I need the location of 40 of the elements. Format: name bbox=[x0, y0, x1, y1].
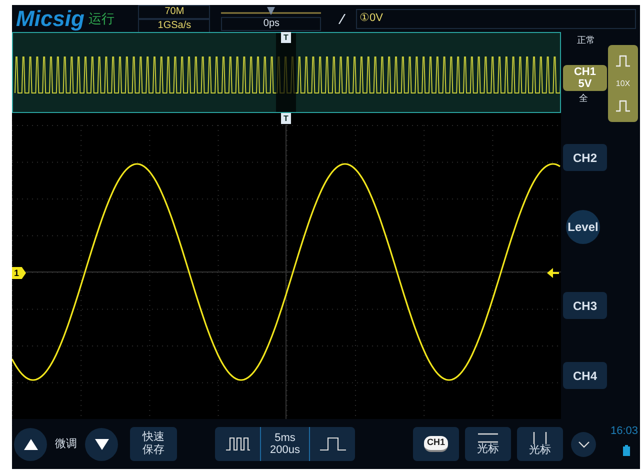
acquire-mode[interactable]: 正常 bbox=[577, 34, 595, 48]
down-button[interactable] bbox=[85, 428, 118, 460]
expand-button[interactable] bbox=[571, 432, 596, 456]
trigger-level-icon[interactable] bbox=[547, 268, 559, 278]
battery-icon bbox=[623, 445, 630, 456]
trigger-marker: T bbox=[281, 32, 291, 43]
up-button[interactable] bbox=[14, 428, 47, 460]
bandwidth: 70M bbox=[138, 4, 210, 18]
clock: 16:03 bbox=[610, 424, 638, 439]
channel-button[interactable]: CH2 bbox=[563, 144, 607, 171]
time-position-slider[interactable] bbox=[221, 6, 322, 16]
slider-thumb[interactable] bbox=[267, 6, 276, 14]
vertical-cursor-button[interactable]: 光标 bbox=[517, 427, 563, 461]
waveform-overview[interactable]: T bbox=[12, 32, 561, 113]
time-offset[interactable]: 0ps bbox=[221, 16, 322, 30]
rising-edge-icon bbox=[338, 14, 346, 24]
horizontal-lines-icon bbox=[478, 433, 498, 443]
quick-save-button[interactable]: 快速 保存 bbox=[130, 427, 177, 461]
fine-tune-label: 微调 bbox=[55, 436, 77, 452]
horizontal-cursor-button[interactable]: 光标 bbox=[465, 427, 511, 461]
down-arrow-icon bbox=[94, 438, 108, 450]
cursor-channel-button[interactable]: CH1 bbox=[413, 427, 459, 461]
trigger-field[interactable]: ①0V bbox=[356, 8, 636, 28]
channel-button[interactable]: CH3 bbox=[563, 292, 607, 319]
timebase-value[interactable]: 5ms bbox=[274, 432, 296, 444]
chevron-down-icon bbox=[578, 440, 590, 448]
pulse-icon bbox=[320, 437, 346, 451]
up-arrow-icon bbox=[24, 438, 38, 450]
run-state[interactable]: 运行 bbox=[88, 8, 128, 28]
channel-marker[interactable]: 1 bbox=[12, 267, 26, 279]
level-button[interactable]: Level bbox=[566, 210, 600, 244]
pulse-train-icon bbox=[226, 437, 250, 451]
channel-button[interactable]: CH1 5V bbox=[563, 65, 607, 91]
zoom-timebase-value[interactable]: 200us bbox=[270, 444, 300, 456]
coupling-mode: 全 bbox=[579, 93, 588, 104]
channel-button[interactable]: CH4 bbox=[563, 362, 607, 389]
pulse-icon bbox=[616, 55, 630, 67]
trigger-marker: T bbox=[281, 113, 291, 124]
logo: Micsig bbox=[16, 8, 84, 30]
pulse-icon bbox=[616, 100, 630, 112]
